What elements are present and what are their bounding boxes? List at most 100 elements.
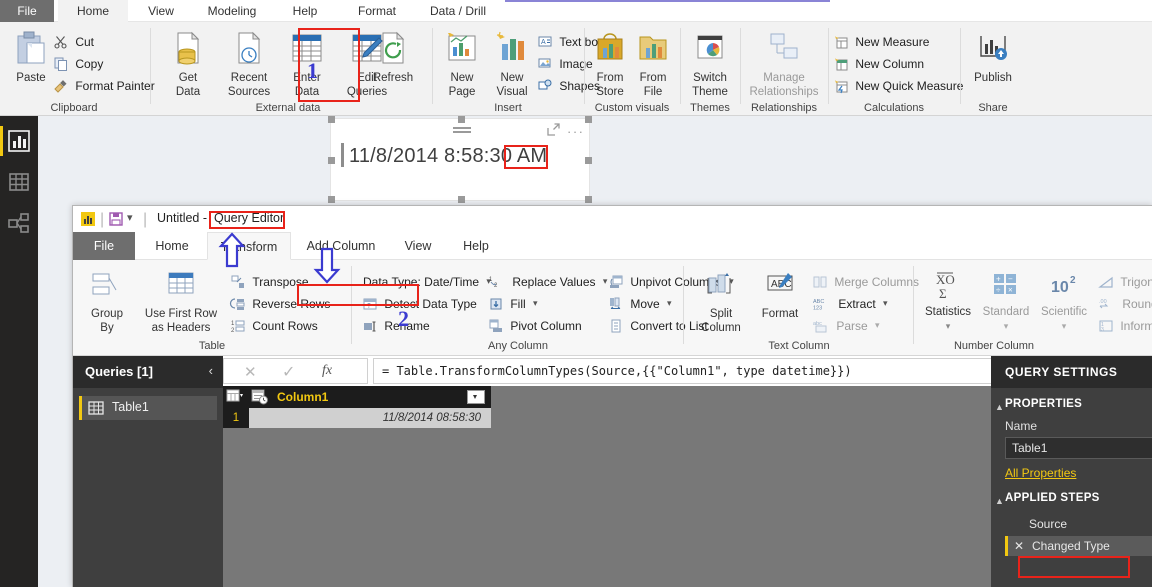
- merge-columns-button[interactable]: Merge Columns: [813, 274, 919, 289]
- tab-home[interactable]: Home: [58, 0, 128, 22]
- statistics-button[interactable]: XΟ Σ Statistics ▾: [919, 270, 977, 332]
- format-painter-button[interactable]: Format Painter: [54, 78, 155, 93]
- column-filter-dropdown[interactable]: [467, 390, 485, 404]
- qe-tab-home[interactable]: Home: [139, 232, 205, 260]
- parse-label: Parse: [836, 318, 868, 333]
- recent-sources-button[interactable]: Recent Sources: [218, 30, 280, 98]
- standard-chevron-down-icon[interactable]: ▾: [977, 320, 1035, 332]
- save-icon[interactable]: [109, 212, 123, 226]
- use-first-row-as-headers-button[interactable]: Use First Row as Headers: [135, 270, 227, 334]
- ribbon-group-custom-visuals: From Store From File Custom visuals: [586, 22, 678, 116]
- move-button[interactable]: Move ▾: [609, 296, 672, 311]
- paste-button[interactable]: Paste: [8, 30, 54, 84]
- data-type-dropdown[interactable]: Data Type: Date/Time ▾: [363, 274, 491, 289]
- grid-column-header[interactable]: Column1: [223, 386, 491, 408]
- cancel-formula-icon[interactable]: ✕: [244, 363, 257, 381]
- all-properties-link[interactable]: All Properties: [1005, 466, 1076, 480]
- switch-theme-button[interactable]: Switch Theme: [684, 30, 736, 98]
- transpose-button[interactable]: Transpose: [231, 274, 309, 289]
- fx-icon[interactable]: fx: [322, 363, 332, 379]
- sidebar-item-model-view[interactable]: [7, 211, 31, 235]
- new-quick-measure-button[interactable]: New Quick Measure: [834, 78, 963, 94]
- collapse-queries-pane-icon[interactable]: ‹: [209, 363, 213, 378]
- tab-format[interactable]: Format: [345, 0, 409, 22]
- copy-button[interactable]: Copy: [54, 56, 103, 71]
- sidebar-item-data-view[interactable]: [7, 170, 31, 194]
- parse-button[interactable]: abc Parse ▾: [813, 318, 880, 333]
- qe-tab-file[interactable]: File: [73, 232, 135, 260]
- card-visual[interactable]: ··· 11/8/2014 8:58:30 AM: [328, 116, 592, 203]
- rename-button[interactable]: Rename: [363, 318, 430, 333]
- applied-steps-collapse-icon[interactable]: ▲: [995, 496, 1004, 506]
- refresh-button[interactable]: Refresh: [364, 30, 422, 84]
- manage-relationships-button[interactable]: Manage Relationships: [744, 30, 824, 98]
- accept-formula-icon[interactable]: ✓: [282, 362, 295, 382]
- focus-mode-icon[interactable]: [547, 123, 560, 136]
- card-drag-handle-icon[interactable]: [453, 127, 471, 129]
- tab-file[interactable]: File: [0, 0, 54, 22]
- detect-data-type-button[interactable]: ? Detect Data Type: [363, 296, 477, 311]
- grid-cell-value[interactable]: 11/8/2014 08:58:30: [249, 408, 491, 428]
- information-button[interactable]: 1 3 Information ▾: [1099, 318, 1152, 333]
- extract-chevron-down-icon[interactable]: ▾: [883, 298, 888, 309]
- more-options-icon[interactable]: ···: [567, 124, 585, 139]
- fill-button[interactable]: Fill ▾: [489, 296, 538, 311]
- count-rows-button[interactable]: 1 2 Count Rows: [231, 318, 318, 334]
- resize-handle-br[interactable]: [585, 196, 592, 203]
- customize-quick-access-icon[interactable]: ▾: [127, 211, 133, 224]
- qe-tab-view[interactable]: View: [391, 232, 445, 260]
- resize-handle-ml[interactable]: [328, 157, 335, 164]
- get-data-button[interactable]: Get Data: [160, 30, 216, 98]
- applied-step-source[interactable]: Source: [1005, 514, 1152, 534]
- cut-button[interactable]: Cut: [54, 34, 94, 49]
- resize-handle-tr[interactable]: [585, 116, 592, 123]
- sidebar-item-report-view[interactable]: [7, 129, 31, 153]
- replace-values-button[interactable]: 1 2 Replace Values ▾: [489, 274, 607, 289]
- qe-tab-add-column[interactable]: Add Column: [295, 232, 387, 260]
- from-file-button[interactable]: From File: [632, 30, 674, 98]
- group-by-button[interactable]: Group By: [81, 270, 133, 334]
- new-visual-button[interactable]: New Visual: [488, 30, 536, 98]
- query-list-item-table1[interactable]: Table1: [79, 396, 217, 420]
- ribbon-separator-5: [740, 28, 741, 104]
- statistics-chevron-down-icon[interactable]: ▾: [919, 320, 977, 332]
- resize-handle-bm[interactable]: [458, 196, 465, 203]
- properties-collapse-icon[interactable]: ▲: [995, 402, 1004, 412]
- resize-handle-bl[interactable]: [328, 196, 335, 203]
- new-column-button[interactable]: New Column: [834, 56, 924, 71]
- extract-button[interactable]: ABC 123 Extract ▾: [813, 296, 888, 312]
- query-name-input[interactable]: Table1: [1005, 437, 1152, 459]
- rounding-button[interactable]: .00 Rounding ▾: [1099, 296, 1152, 311]
- scientific-chevron-down-icon[interactable]: ▾: [1035, 320, 1093, 332]
- tab-view[interactable]: View: [136, 0, 186, 22]
- applied-step-changed-type[interactable]: ✕ Changed Type: [1005, 536, 1152, 556]
- tab-help[interactable]: Help: [280, 0, 330, 22]
- replace-values-chevron-down-icon[interactable]: ▾: [603, 276, 608, 287]
- reverse-rows-button[interactable]: Reverse Rows: [229, 296, 330, 311]
- resize-handle-tm[interactable]: [458, 116, 465, 123]
- publish-button[interactable]: Publish: [964, 30, 1022, 84]
- scientific-button[interactable]: 10 2 Scientific ▾: [1035, 270, 1093, 332]
- resize-handle-mr[interactable]: [585, 157, 592, 164]
- new-measure-button[interactable]: New Measure: [834, 34, 929, 49]
- new-page-button[interactable]: New Page: [438, 30, 486, 98]
- qe-tab-help[interactable]: Help: [449, 232, 503, 260]
- tab-modeling[interactable]: Modeling: [194, 0, 270, 22]
- tab-data-drill[interactable]: Data / Drill: [415, 0, 501, 22]
- pivot-column-button[interactable]: Pivot Column: [489, 318, 582, 333]
- from-store-button[interactable]: From Store: [588, 30, 632, 98]
- paintbrush-icon: [54, 79, 68, 93]
- trigonometry-button[interactable]: Trigonometry ▾: [1098, 274, 1152, 289]
- select-all-columns-icon[interactable]: [226, 389, 243, 403]
- split-column-button[interactable]: Split Column: [691, 270, 751, 334]
- parse-chevron-down-icon[interactable]: ▾: [875, 320, 880, 331]
- standard-button[interactable]: + − ÷ × Standard ▾: [977, 270, 1035, 332]
- pivot-column-icon: [489, 319, 503, 333]
- move-chevron-down-icon[interactable]: ▾: [667, 298, 672, 309]
- fill-chevron-down-icon[interactable]: ▾: [533, 298, 538, 309]
- from-file-label-2: File: [643, 86, 663, 98]
- resize-handle-tl[interactable]: [328, 116, 335, 123]
- delete-step-icon[interactable]: ✕: [1014, 536, 1024, 556]
- format-button[interactable]: ABC Format: [753, 270, 807, 320]
- datetime-type-icon[interactable]: [251, 389, 269, 405]
